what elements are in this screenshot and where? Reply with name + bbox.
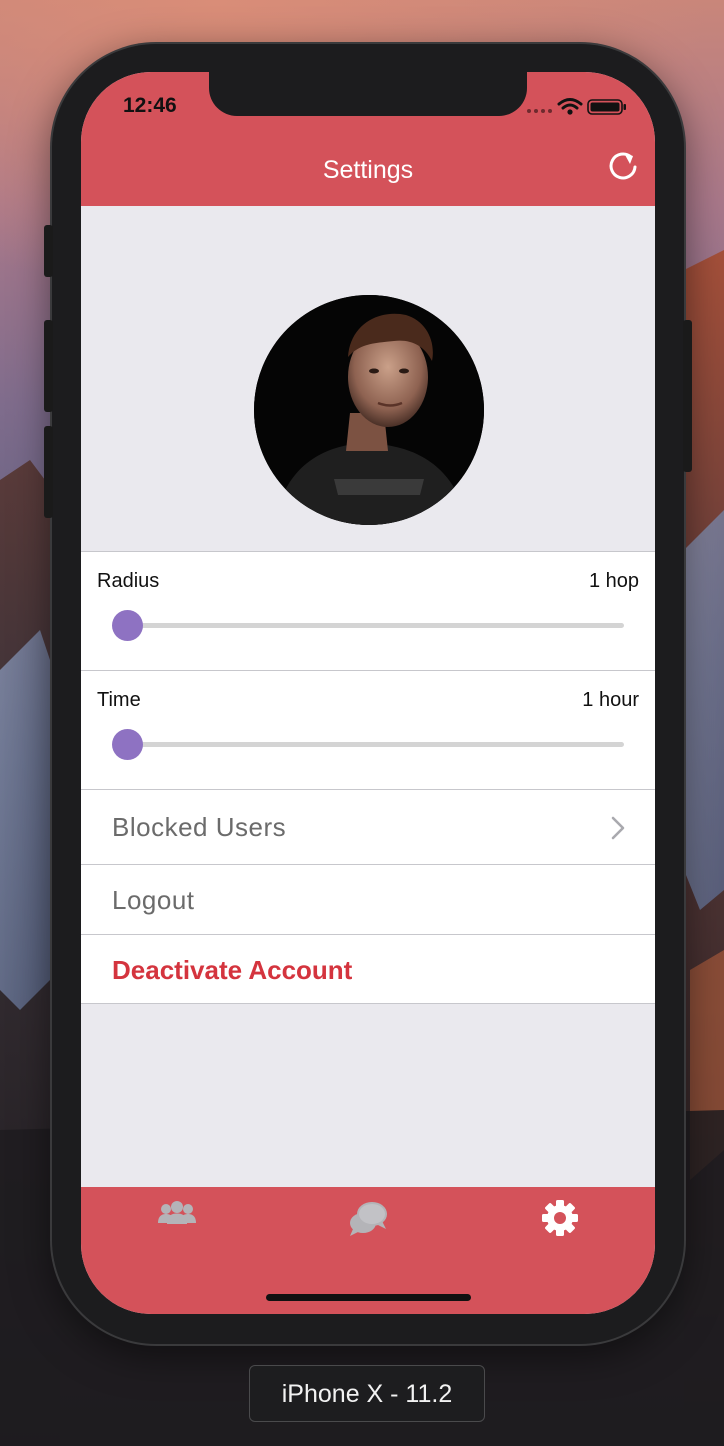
chevron-right-icon [611,816,625,840]
time-slider-thumb[interactable] [112,729,143,760]
radius-label: Radius [97,570,160,592]
refresh-button[interactable] [605,148,641,184]
tab-people[interactable] [81,1187,272,1251]
notch [209,72,527,116]
radius-slider-thumb[interactable] [112,610,143,641]
time-setting: Time 1 hour [81,670,655,789]
status-icons [525,96,629,116]
home-indicator[interactable] [266,1294,471,1301]
blocked-users-row[interactable]: Blocked Users [81,789,655,865]
radius-setting: Radius 1 hop [81,551,655,670]
tab-bar [81,1187,655,1314]
logout-label: Logout [112,885,195,915]
divider [81,1003,655,1004]
tab-chats[interactable] [272,1187,463,1251]
tab-settings[interactable] [464,1187,655,1251]
gear-icon [541,1200,578,1236]
avatar[interactable] [254,295,484,525]
people-icon [157,1201,196,1224]
chat-bubbles-icon [349,1202,387,1236]
silent-switch [44,225,53,277]
radius-slider-track[interactable] [127,623,624,628]
logout-row[interactable]: Logout [81,864,655,935]
signal-icon [527,109,552,113]
simulator-device-label: iPhone X - 11.2 [249,1365,485,1422]
profile-photo-section [81,206,655,551]
power-button [683,320,692,472]
page-title: Settings [322,156,414,184]
radius-value: 1 hop [588,570,639,592]
blocked-users-label: Blocked Users [112,812,287,842]
status-time: 12:46 [123,94,177,117]
battery-icon [587,99,626,115]
deactivate-account-label: Deactivate Account [112,955,353,985]
desktop-background: 12:46 Settings Radius 1 hop Time 1 hour … [0,0,724,1446]
time-value: 1 hour [582,689,639,711]
deactivate-account-row[interactable]: Deactivate Account [81,934,655,1004]
volume-up-button [44,320,53,412]
phone-screen: 12:46 Settings Radius 1 hop Time 1 hour … [81,72,655,1314]
refresh-icon [609,152,637,180]
time-label: Time [97,689,141,711]
volume-down-button [44,426,53,518]
time-slider-track[interactable] [127,742,624,747]
wifi-icon [557,98,583,110]
